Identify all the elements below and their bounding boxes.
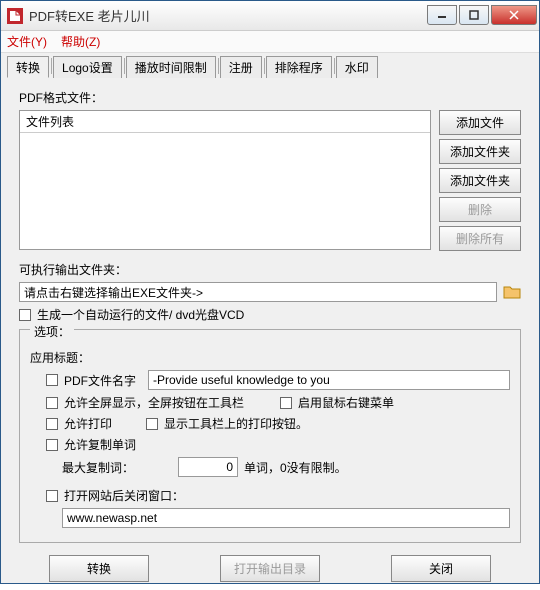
tab-watermark[interactable]: 水印 (336, 56, 378, 78)
tab-exclude[interactable]: 排除程序 (266, 56, 332, 78)
output-folder-label: 可执行输出文件夹： (19, 261, 521, 278)
autorun-label: 生成一个自动运行的文件/ dvd光盘VCD (37, 306, 244, 323)
url-input[interactable] (62, 508, 510, 528)
allow-copy-label: 允许复制单词 (64, 436, 136, 453)
pdf-filename-checkbox[interactable] (46, 374, 58, 386)
allow-print-checkbox[interactable] (46, 418, 58, 430)
file-list-header: 文件列表 (20, 111, 430, 133)
tab-timelimit[interactable]: 播放时间限制 (126, 56, 216, 78)
convert-button[interactable]: 转换 (49, 555, 149, 582)
window-controls (425, 5, 537, 27)
pdf-files-label: PDF格式文件： (19, 89, 521, 106)
add-folder-button-1[interactable]: 添加文件夹 (439, 139, 521, 164)
autorun-checkbox[interactable] (19, 309, 31, 321)
app-title-input[interactable] (148, 370, 510, 390)
tabstrip: 转换 Logo设置 播放时间限制 注册 排除程序 水印 (7, 55, 533, 77)
options-fieldset: 选项： 应用标题： PDF文件名字 允许全屏显示，全屏按钮在工具栏 启用鼠标右键… (19, 329, 521, 543)
max-copy-label: 最大复制词： (62, 459, 172, 476)
options-title: 选项： (30, 323, 74, 340)
fullscreen-checkbox[interactable] (46, 397, 58, 409)
tab-convert[interactable]: 转换 (7, 56, 49, 78)
rightclick-checkbox[interactable] (280, 397, 292, 409)
show-print-btn-checkbox[interactable] (146, 418, 158, 430)
maximize-button[interactable] (459, 5, 489, 25)
app-title-label: 应用标题： (30, 349, 510, 366)
close-after-checkbox[interactable] (46, 490, 58, 502)
menubar: 文件(Y) 帮助(Z) (1, 31, 539, 53)
tab-content: PDF格式文件： 文件列表 添加文件 添加文件夹 添加文件夹 删除 删除所有 可… (1, 77, 539, 590)
add-folder-button-2[interactable]: 添加文件夹 (439, 168, 521, 193)
minimize-button[interactable] (427, 5, 457, 25)
tab-register[interactable]: 注册 (220, 56, 262, 78)
show-print-btn-label: 显示工具栏上的打印按钮。 (164, 415, 308, 432)
tab-logo[interactable]: Logo设置 (53, 56, 122, 78)
file-list[interactable]: 文件列表 (19, 110, 431, 250)
app-window: PDF转EXE 老片儿川 文件(Y) 帮助(Z) 转换 Logo设置 播放时间限… (0, 0, 540, 584)
menu-help[interactable]: 帮助(Z) (61, 33, 100, 50)
max-copy-input[interactable] (178, 457, 238, 477)
add-file-button[interactable]: 添加文件 (439, 110, 521, 135)
app-icon (7, 8, 23, 24)
close-button[interactable] (491, 5, 537, 25)
close-after-label: 打开网站后关闭窗口： (64, 487, 184, 504)
words-note: 单词，0没有限制。 (244, 459, 347, 476)
rightclick-label: 启用鼠标右键菜单 (298, 394, 394, 411)
open-output-button[interactable]: 打开输出目录 (220, 555, 320, 582)
allow-copy-checkbox[interactable] (46, 439, 58, 451)
pdf-filename-label: PDF文件名字 (64, 372, 142, 389)
browse-folder-icon[interactable] (503, 284, 521, 300)
allow-print-label: 允许打印 (64, 415, 140, 432)
window-title: PDF转EXE 老片儿川 (29, 6, 425, 25)
fullscreen-label: 允许全屏显示，全屏按钮在工具栏 (64, 394, 274, 411)
delete-button[interactable]: 删除 (439, 197, 521, 222)
titlebar: PDF转EXE 老片儿川 (1, 1, 539, 31)
menu-file[interactable]: 文件(Y) (7, 33, 47, 50)
output-folder-input[interactable] (19, 282, 497, 302)
close-app-button[interactable]: 关闭 (391, 555, 491, 582)
delete-all-button[interactable]: 删除所有 (439, 226, 521, 251)
